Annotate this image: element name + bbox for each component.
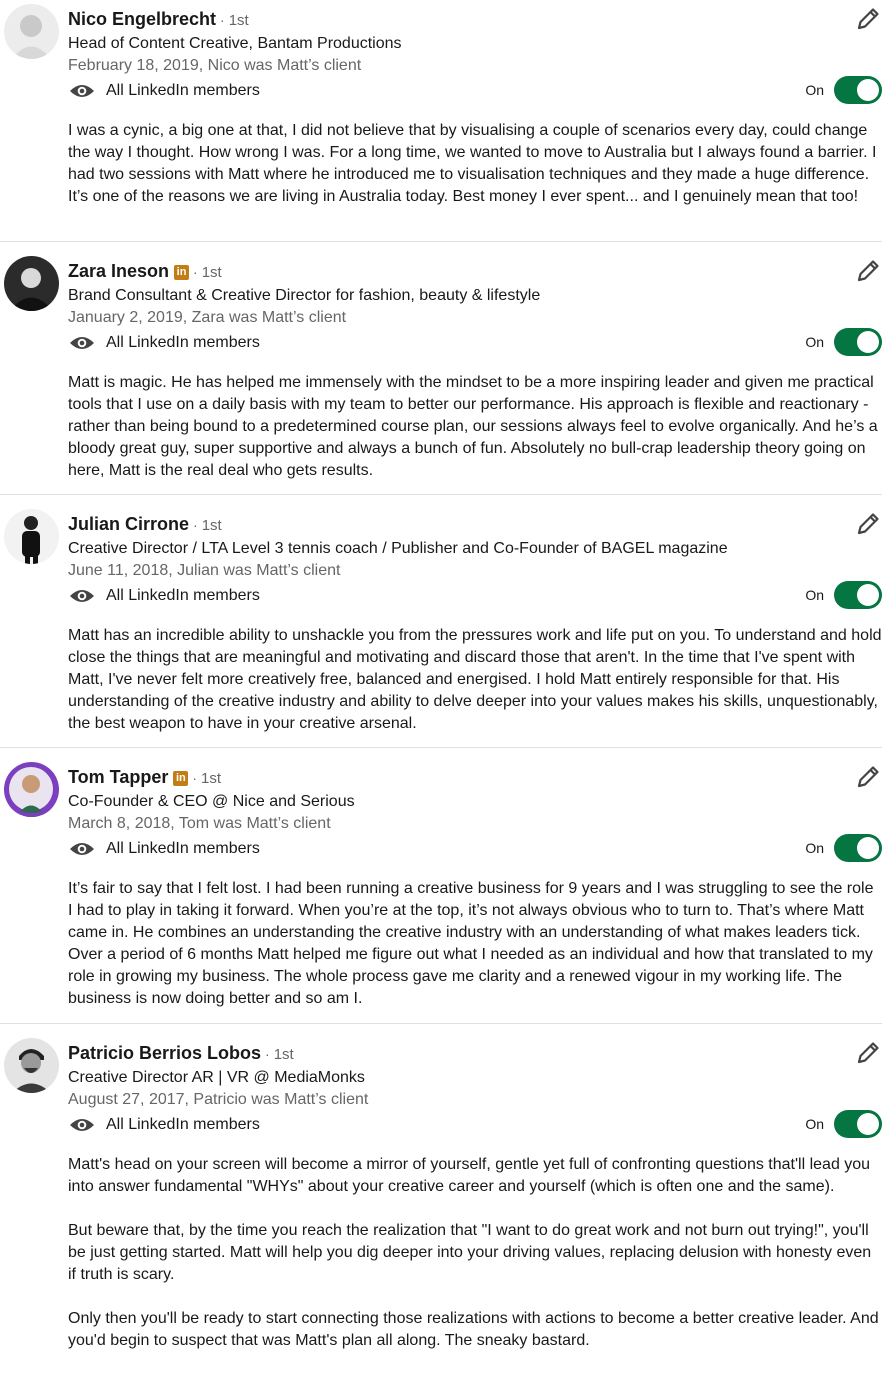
linkedin-premium-icon: in <box>174 265 190 280</box>
avatar[interactable] <box>4 4 59 59</box>
relationship-date: February 18, 2019, Nico was Matt’s clien… <box>68 57 362 74</box>
edit-pencil-icon[interactable] <box>854 257 882 285</box>
show-toggle-control: On <box>805 1110 882 1138</box>
visibility-label: All LinkedIn members <box>106 840 260 857</box>
visibility-label: All LinkedIn members <box>106 1116 260 1133</box>
recommendation-text: Matt has an incredible ability to unshac… <box>68 625 882 735</box>
avatar[interactable] <box>4 1038 59 1093</box>
toggle-knob <box>857 584 879 606</box>
show-toggle[interactable] <box>834 581 882 609</box>
edit-pencil-icon[interactable] <box>854 5 882 33</box>
headline: Brand Consultant & Creative Director for… <box>68 287 541 304</box>
recommendation-card: Tom Tapper in · 1st Co-Founder & CEO @ Nice… <box>0 748 882 1024</box>
eye-icon <box>70 1119 94 1131</box>
show-toggle[interactable] <box>834 76 882 104</box>
show-toggle[interactable] <box>834 834 882 862</box>
visibility-setting: All LinkedIn members <box>68 839 260 859</box>
recommendation-paragraph: I was a cynic, a big one at that, I did … <box>68 122 877 205</box>
recommendation-text: It’s fair to say that I felt lost. I had… <box>68 878 882 1010</box>
visibility-label: All LinkedIn members <box>106 587 260 604</box>
recommender-name[interactable]: Zara Ineson <box>68 261 169 281</box>
connection-degree: 1st <box>273 1046 294 1063</box>
avatar[interactable] <box>4 762 59 817</box>
headline: Creative Director / LTA Level 3 tennis c… <box>68 540 728 557</box>
recommendation-card: Nico Engelbrecht · 1st Head of Content Cre… <box>0 0 882 242</box>
recommendation-card: Julian Cirrone · 1st Creative Director / L… <box>0 495 882 748</box>
connection-degree: 1st <box>228 12 249 29</box>
avatar[interactable] <box>4 256 59 311</box>
recommendation-paragraph: Only then you'll be ready to start conne… <box>68 1310 879 1349</box>
show-toggle[interactable] <box>834 1110 882 1138</box>
recommender-name[interactable]: Nico Engelbrecht <box>68 9 216 29</box>
show-toggle[interactable] <box>834 328 882 356</box>
recommendation-card: Patricio Berrios Lobos · 1st Creative Dire… <box>0 1024 882 1378</box>
recommendation-paragraph: It’s fair to say that I felt lost. I had… <box>68 880 874 1007</box>
name-line: Tom Tapper in · 1st <box>68 767 222 787</box>
toggle-knob <box>857 837 879 859</box>
name-line: Nico Engelbrecht · 1st <box>68 9 249 29</box>
toggle-knob <box>857 79 879 101</box>
relationship-date: June 11, 2018, Julian was Matt’s client <box>68 562 341 579</box>
eye-icon <box>70 843 94 855</box>
connection-degree: 1st <box>201 517 222 534</box>
recommendation-text: I was a cynic, a big one at that, I did … <box>68 120 882 208</box>
recommender-name[interactable]: Julian Cirrone <box>68 514 189 534</box>
toggle-label: On <box>805 1116 824 1132</box>
connection-degree: 1st <box>201 770 222 787</box>
linkedin-premium-icon: in <box>173 771 189 786</box>
toggle-label: On <box>805 840 824 856</box>
recommender-name[interactable]: Tom Tapper <box>68 767 168 787</box>
visibility-label: All LinkedIn members <box>106 334 260 351</box>
toggle-label: On <box>805 82 824 98</box>
eye-icon <box>70 85 94 97</box>
edit-pencil-icon[interactable] <box>854 1039 882 1067</box>
eye-icon <box>70 337 94 349</box>
recommendation-card: Zara Ineson in · 1st Brand Consultant & Cre… <box>0 242 882 495</box>
toggle-label: On <box>805 587 824 603</box>
show-toggle-control: On <box>805 76 882 104</box>
show-toggle-control: On <box>805 834 882 862</box>
recommender-name[interactable]: Patricio Berrios Lobos <box>68 1043 261 1063</box>
visibility-label: All LinkedIn members <box>106 82 260 99</box>
toggle-knob <box>857 1113 879 1135</box>
avatar[interactable] <box>4 509 59 564</box>
headline: Creative Director AR | VR @ MediaMonks <box>68 1069 365 1086</box>
relationship-date: January 2, 2019, Zara was Matt’s client <box>68 309 347 326</box>
edit-pencil-icon[interactable] <box>854 510 882 538</box>
headline: Head of Content Creative, Bantam Product… <box>68 35 402 52</box>
recommendation-paragraph: Matt has an incredible ability to unshac… <box>68 627 882 732</box>
recommendation-paragraph: Matt is magic. He has helped me immensel… <box>68 374 878 479</box>
headline: Co-Founder & CEO @ Nice and Serious <box>68 793 355 810</box>
visibility-setting: All LinkedIn members <box>68 586 260 606</box>
name-line: Patricio Berrios Lobos · 1st <box>68 1043 294 1063</box>
relationship-date: August 27, 2017, Patricio was Matt’s cli… <box>68 1091 369 1108</box>
recommendation-text: Matt's head on your screen will become a… <box>68 1154 882 1352</box>
relationship-date: March 8, 2018, Tom was Matt’s client <box>68 815 331 832</box>
show-toggle-control: On <box>805 581 882 609</box>
toggle-knob <box>857 331 879 353</box>
eye-icon <box>70 590 94 602</box>
visibility-setting: All LinkedIn members <box>68 333 260 353</box>
name-line: Julian Cirrone · 1st <box>68 514 222 534</box>
connection-degree: 1st <box>201 264 222 281</box>
recommendation-paragraph: Matt's head on your screen will become a… <box>68 1156 871 1195</box>
visibility-setting: All LinkedIn members <box>68 81 260 101</box>
name-line: Zara Ineson in · 1st <box>68 261 222 281</box>
recommendation-text: Matt is magic. He has helped me immensel… <box>68 372 882 482</box>
edit-pencil-icon[interactable] <box>854 763 882 791</box>
show-toggle-control: On <box>805 328 882 356</box>
recommendation-paragraph: But beware that, by the time you reach t… <box>68 1222 872 1283</box>
toggle-label: On <box>805 334 824 350</box>
visibility-setting: All LinkedIn members <box>68 1115 260 1135</box>
